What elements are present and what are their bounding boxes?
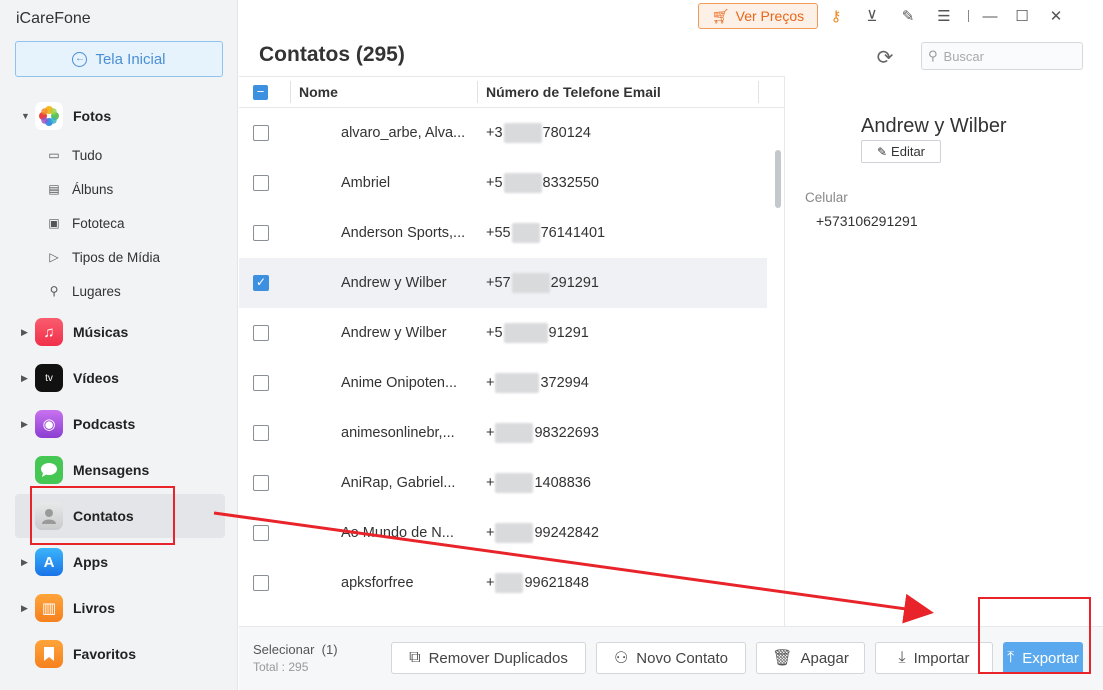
app-window: iCareFone ← Tela Inicial ▼ Fotos ▭ Tudo … — [0, 0, 1103, 690]
annotation-arrow — [213, 511, 934, 624]
